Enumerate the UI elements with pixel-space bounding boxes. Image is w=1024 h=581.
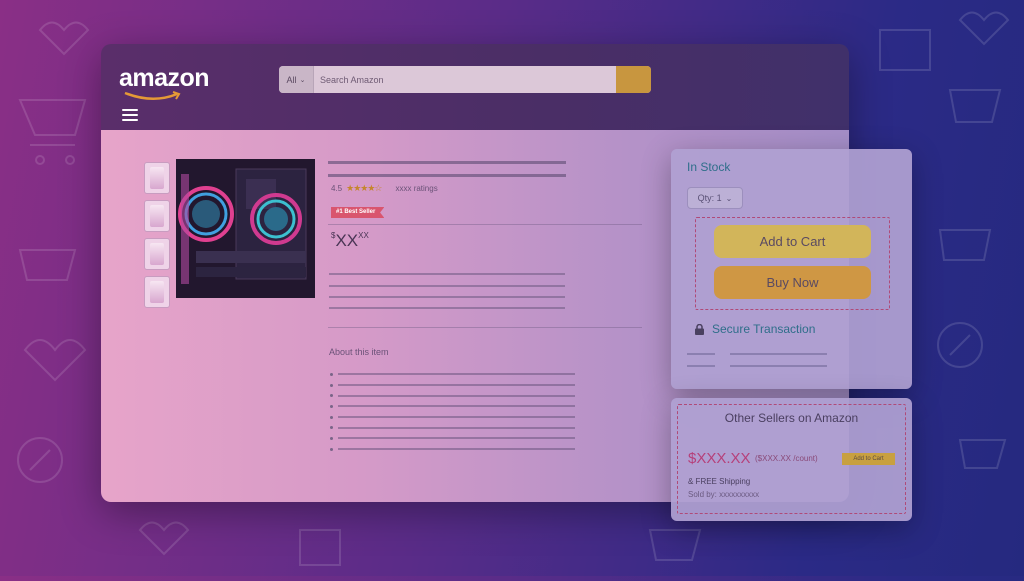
ratings-count[interactable]: xxxx ratings [395,184,437,193]
chevron-down-icon: ⌄ [725,193,733,203]
seller-shipping: & FREE Shipping [688,477,751,486]
product-title-line [328,161,566,164]
seller-price: $XXX.XX [688,450,751,467]
detail-line [329,307,565,309]
search-button[interactable] [616,66,651,93]
thumbnail-1[interactable] [144,162,170,194]
other-sellers-title: Other Sellers on Amazon [724,411,859,425]
divider [328,327,642,328]
search-department-select[interactable]: All ⌄ [279,66,314,93]
list-item [330,369,575,380]
detail-line [329,273,565,275]
product-price: $XXXX [331,231,369,251]
add-to-cart-button[interactable]: Add to Cart [714,225,871,258]
about-heading: About this item [329,347,389,357]
star-rating-icon: ★★★★☆ [346,183,382,193]
lock-icon [695,323,704,335]
quantity-select[interactable]: Qty: 1 ⌄ [687,187,743,209]
stock-status: In Stock [687,160,731,174]
secure-label: Secure Transaction [712,322,816,336]
divider [328,224,642,225]
thumbnail-strip [144,162,170,314]
price-cents: XX [358,231,369,240]
best-seller-badge: #1 Best Seller [331,207,385,218]
list-item [330,422,575,433]
thumbnail-3[interactable] [144,238,170,270]
list-item [330,380,575,391]
search-input[interactable] [314,66,616,93]
list-item [330,390,575,401]
site-header: amazon All ⌄ [101,44,849,130]
chevron-down-icon: ⌄ [299,76,306,84]
quantity-label: Qty: 1 [697,193,722,203]
logo-smile-icon [124,91,181,100]
buy-box: In Stock Qty: 1 ⌄ Add to Cart Buy Now Se… [671,149,912,389]
rating-value: 4.5 [331,184,343,193]
thumbnail-4[interactable] [144,276,170,308]
price-whole: XX [335,231,359,250]
search-bar: All ⌄ [279,66,651,93]
detail-line [687,365,715,367]
buy-now-button[interactable]: Buy Now [714,266,871,299]
menu-icon[interactable] [122,109,138,124]
list-item [330,412,575,423]
list-item [330,444,575,455]
product-image[interactable] [176,159,315,298]
seller-sold-by[interactable]: Sold by: xxxxxxxxxx [688,490,759,499]
secure-transaction[interactable]: Secure Transaction [695,322,815,336]
seller-add-to-cart-button[interactable]: Add to Cart [842,453,895,465]
detail-line [329,296,565,298]
detail-line [329,285,565,287]
amazon-logo[interactable]: amazon [119,64,210,93]
detail-line [730,365,827,367]
thumbnail-2[interactable] [144,200,170,232]
list-item [330,401,575,412]
detail-line [687,353,715,355]
other-sellers-panel: Other Sellers on Amazon $XXX.XX ($XXX.XX… [671,398,912,521]
detail-line [730,353,827,355]
department-label: All [286,74,297,85]
product-title-line [328,174,566,177]
rating-row[interactable]: 4.5 ★★★★☆ xxxx ratings [331,183,438,194]
seller-unit-price: ($XXX.XX /count) [755,454,818,463]
about-bullets [330,369,575,455]
list-item [330,433,575,444]
